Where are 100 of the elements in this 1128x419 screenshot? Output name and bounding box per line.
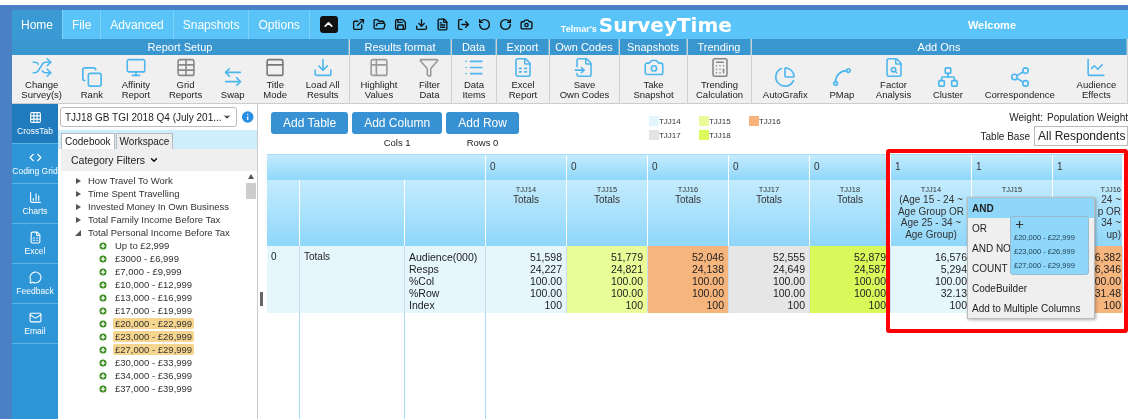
pie-chart-icon: [774, 66, 797, 88]
metric-label: Resps: [409, 263, 439, 275]
table-value: 24,227: [529, 263, 562, 275]
tree-item[interactable]: Total Family Income Before Tax: [86, 214, 223, 225]
grid-icon: [28, 111, 42, 124]
tree-item[interactable]: £17,000 - £19,999: [113, 305, 195, 316]
add-icon[interactable]: [98, 357, 108, 368]
info-icon[interactable]: [239, 109, 255, 125]
group-title: Snapshots: [620, 39, 687, 55]
tree-item[interactable]: £30,000 - £33,999: [113, 357, 195, 368]
table-value: 100: [949, 299, 967, 311]
camera-icon[interactable]: [519, 18, 533, 31]
exit-icon[interactable]: [456, 18, 470, 31]
tool-button[interactable]: Grid Reports: [167, 55, 204, 103]
add-icon[interactable]: [98, 370, 108, 381]
tree-item[interactable]: £23,000 - £26,999: [113, 331, 195, 342]
survey-select[interactable]: TJJ18 GB TGI 2018 Q4 (July 201...: [60, 107, 237, 127]
tree-item[interactable]: £7,000 - £9,999: [113, 266, 184, 277]
dropdown-caret-icon[interactable]: [149, 155, 160, 165]
menu-item[interactable]: AND NO: [968, 238, 1015, 258]
redo-icon[interactable]: [498, 18, 512, 31]
mail-icon: [28, 311, 42, 324]
metric-label: %Row: [409, 287, 440, 299]
add-icon[interactable]: [98, 344, 108, 355]
table-value: 31.48: [1094, 287, 1121, 299]
tool-button[interactable]: PMap: [828, 55, 856, 103]
menu-item[interactable]: CodeBuilder: [968, 278, 1032, 298]
metric-label: Audience(000): [409, 251, 478, 263]
add-icon[interactable]: [1014, 219, 1025, 230]
add-icon[interactable]: [98, 292, 108, 303]
menu-item[interactable]: COUNT: [968, 258, 1012, 278]
tool-button[interactable]: Rank: [79, 55, 104, 103]
add-icon[interactable]: [98, 331, 108, 342]
table-value: 100.00: [853, 275, 886, 287]
table-value: 51,779: [610, 251, 643, 263]
table-base-select[interactable]: All Respondents: [1034, 126, 1128, 146]
line-graph-icon: [830, 66, 853, 88]
column-title: Totals: [755, 194, 783, 206]
external-link-icon[interactable]: [351, 18, 365, 31]
row-label: Totals: [304, 251, 331, 262]
tool-button[interactable]: Factor Analysis: [874, 55, 913, 103]
scroll-up-icon[interactable]: [248, 174, 254, 179]
tool-button[interactable]: AutoGrafix: [761, 55, 809, 103]
add-icon[interactable]: [98, 253, 108, 264]
legend-label: TJJ14: [658, 116, 681, 126]
tree-item[interactable]: £13,000 - £16,999: [113, 292, 195, 303]
tool-button[interactable]: Filter Data: [417, 55, 442, 103]
undo-icon[interactable]: [477, 18, 491, 31]
tool-button[interactable]: Change Survey(s): [20, 55, 63, 103]
expanded-arrow-icon[interactable]: [75, 229, 81, 236]
filter-icon: [418, 57, 441, 78]
add-icon[interactable]: [98, 240, 108, 251]
group-title: Report Setup: [12, 39, 349, 55]
column-title: Totals: [512, 194, 540, 206]
tool-button[interactable]: Audience Effects: [1075, 55, 1118, 103]
brand-prefix: Telmar's: [560, 23, 597, 34]
table-value: 100.00: [853, 287, 886, 299]
tree-item[interactable]: Total Personal Income Before Tax: [86, 227, 232, 238]
tree-item[interactable]: £37,000 - £39,999: [113, 383, 195, 394]
tree-item[interactable]: Invested Money In Own Business: [86, 201, 231, 212]
add-icon[interactable]: [98, 318, 108, 329]
tool-button[interactable]: Swap: [219, 55, 246, 103]
tool-button[interactable]: Title Mode: [262, 55, 289, 103]
menu-item[interactable]: OR: [968, 218, 991, 238]
panel-tab[interactable]: Codebook: [61, 133, 115, 149]
add-icon[interactable]: [98, 279, 108, 290]
sidebar-item[interactable]: CrossTab: [12, 104, 58, 144]
tool-button[interactable]: Affinity Report: [120, 55, 152, 103]
download-icon[interactable]: [414, 18, 428, 31]
dropdown-caret-icon[interactable]: [221, 112, 232, 122]
column-title: Age Group): [905, 228, 957, 240]
splitter-handle[interactable]: [260, 292, 263, 306]
tree-item[interactable]: Up to £2,999: [113, 240, 172, 251]
add-icon[interactable]: [98, 266, 108, 277]
tree-item[interactable]: £34,000 - £36,999: [113, 370, 195, 381]
welcome-text: Welcome: [967, 18, 1016, 31]
spreadsheet-icon: [28, 231, 42, 244]
tree-item[interactable]: How Travel To Work: [86, 175, 175, 186]
add-icon[interactable]: [98, 305, 108, 316]
column-title: up): [1106, 228, 1121, 240]
collapse-button[interactable]: [319, 16, 338, 33]
menu-item[interactable]: Add to Multiple Columns: [968, 298, 1085, 318]
tool-button[interactable]: Load All Results: [304, 55, 341, 103]
folder-icon[interactable]: [372, 18, 386, 31]
add-icon[interactable]: [98, 383, 108, 394]
tool-button[interactable]: Highlight Values: [359, 55, 399, 103]
table-value: 100.00: [934, 275, 967, 287]
tree-item[interactable]: Time Spent Travelling: [86, 188, 182, 199]
tree-item[interactable]: £10,000 - £12,999: [113, 279, 195, 290]
tree-item[interactable]: £20,000 - £22,999: [113, 318, 195, 329]
document-icon[interactable]: [435, 18, 449, 31]
tool-button[interactable]: Correspondence: [983, 55, 1056, 103]
tree-item[interactable]: £27,000 - £29,999: [113, 344, 195, 355]
panel-tab[interactable]: Workspace: [115, 133, 174, 149]
menu-item[interactable]: AND: [968, 198, 1094, 218]
legend-label: TJJ16: [758, 116, 781, 126]
tool-button[interactable]: Cluster: [931, 55, 964, 103]
save-icon[interactable]: [393, 18, 407, 31]
tree-item[interactable]: £3000 - £6,999: [113, 253, 181, 264]
scroll-thumb[interactable]: [246, 183, 256, 199]
